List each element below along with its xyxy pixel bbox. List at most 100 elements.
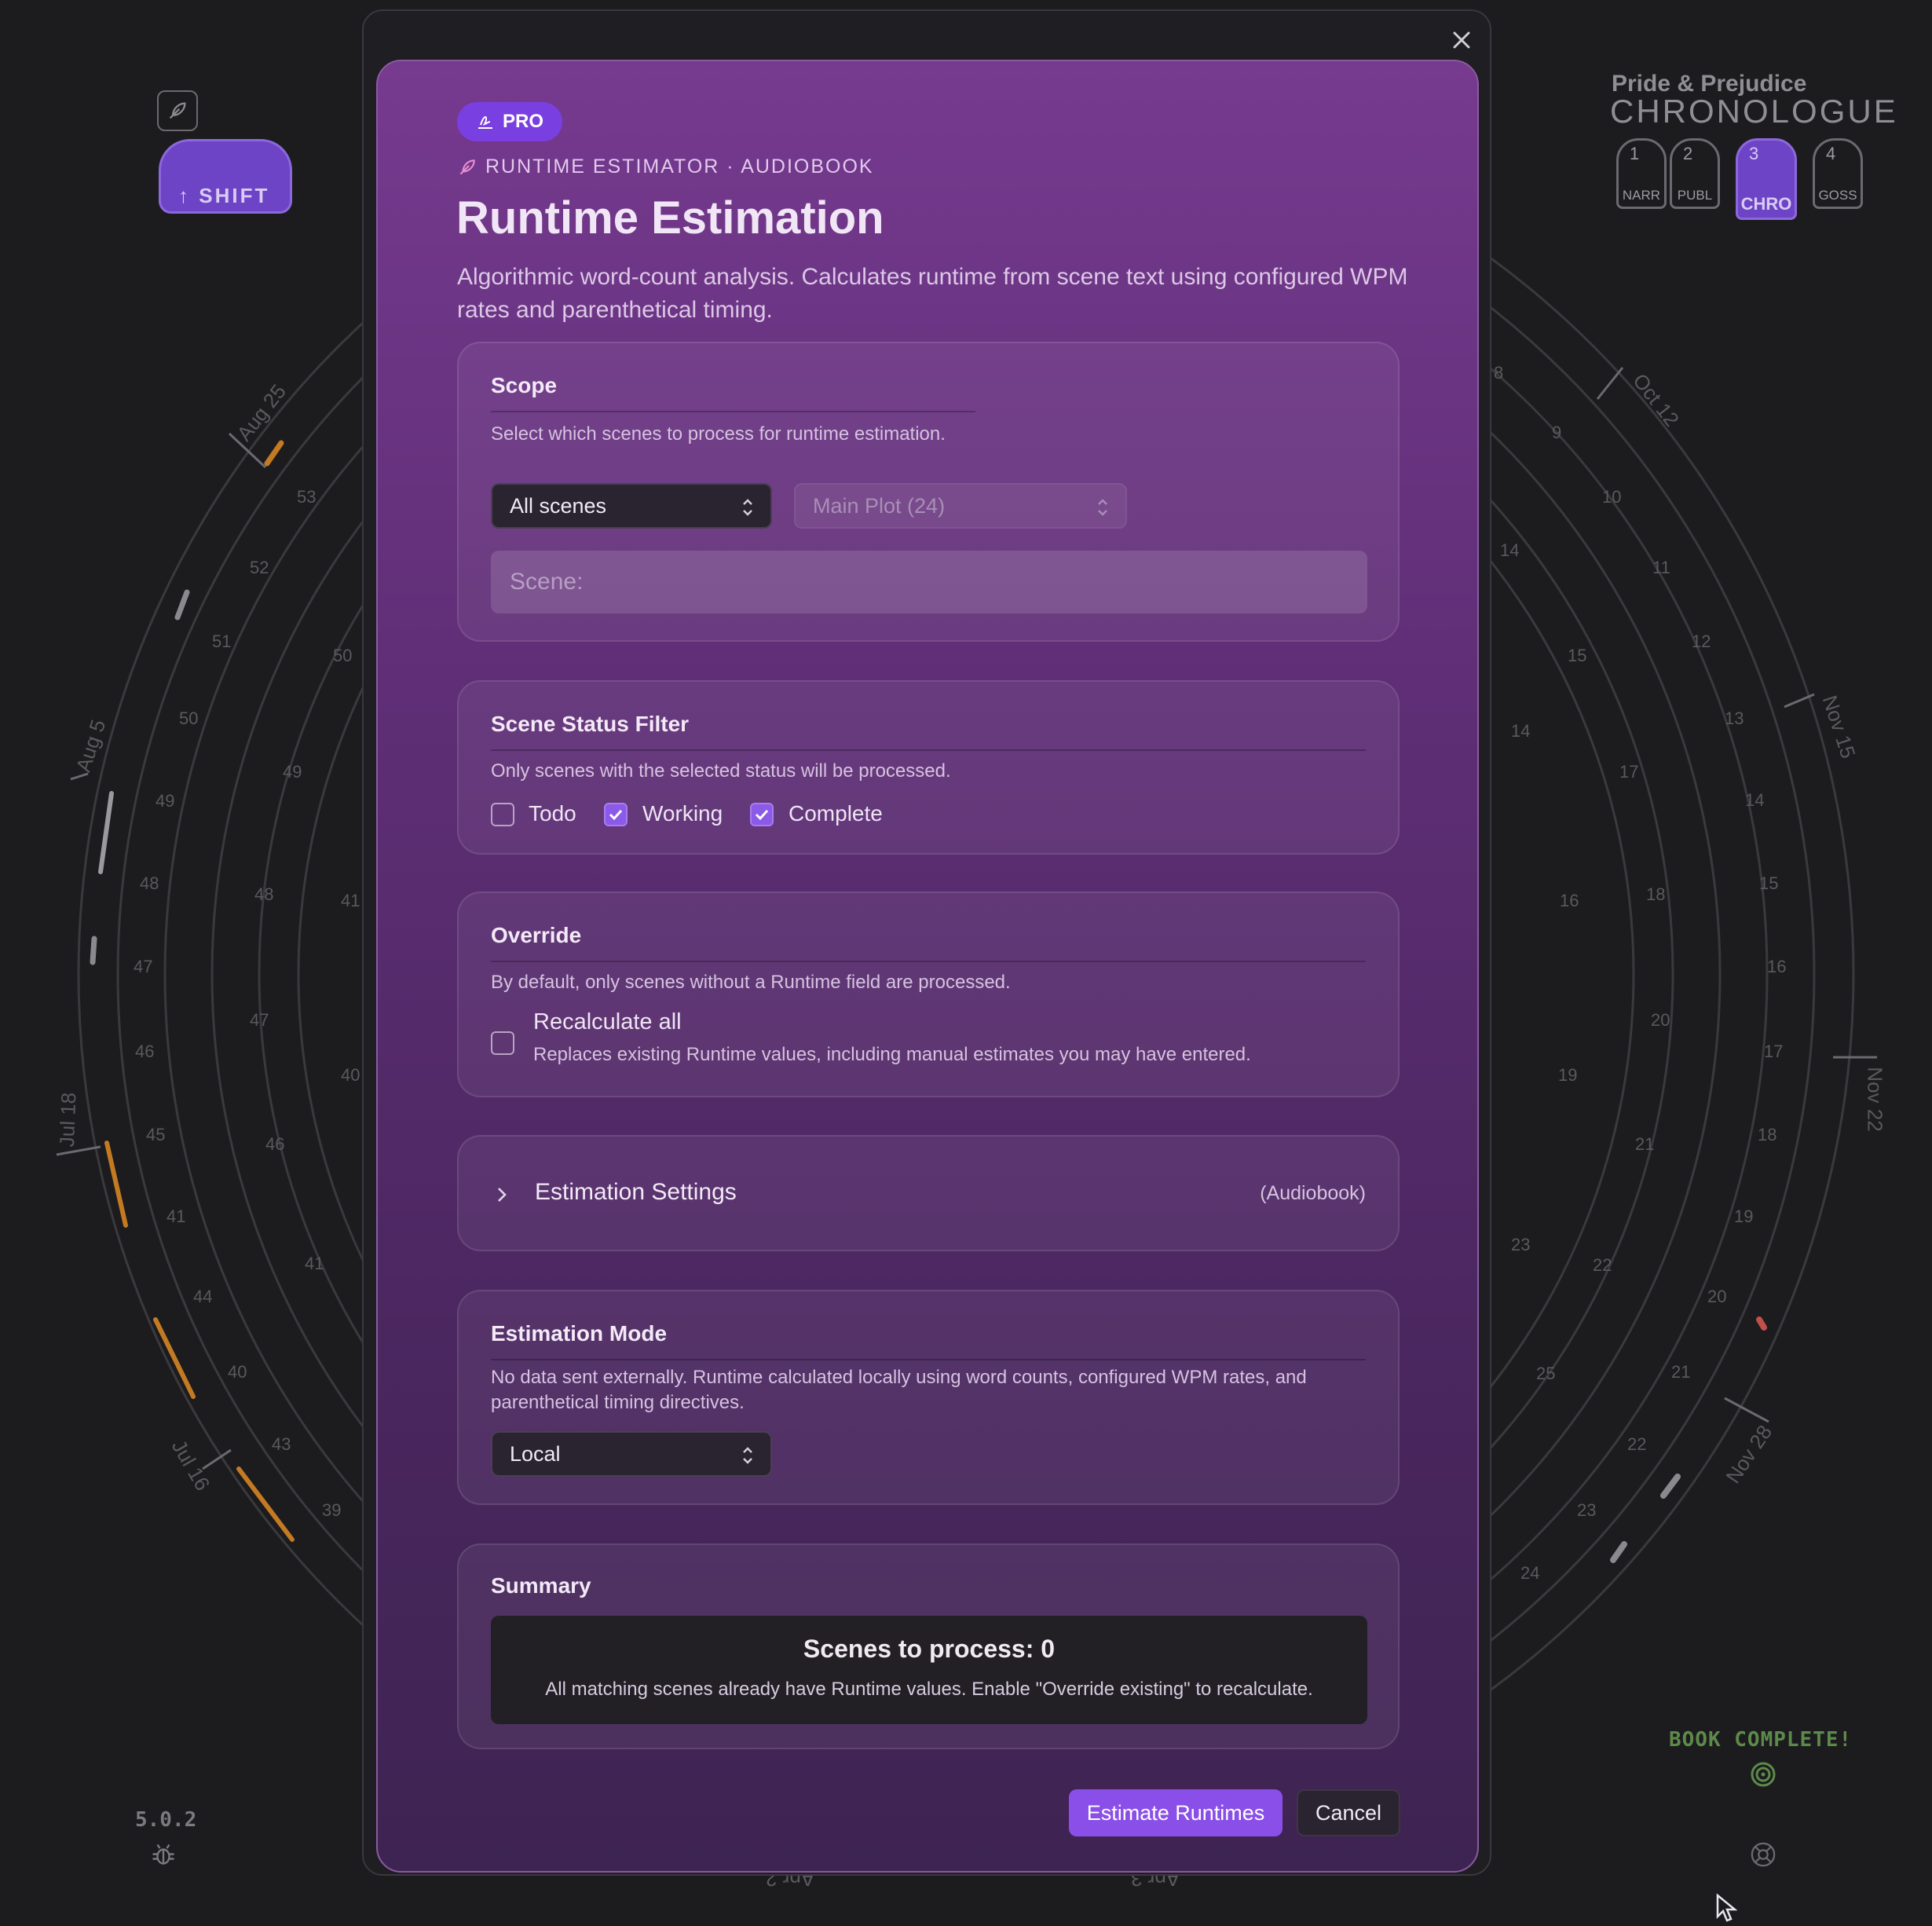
cancel-button[interactable]: Cancel bbox=[1297, 1789, 1400, 1836]
date-label-nov-22: Nov 22 bbox=[1863, 1067, 1887, 1132]
scene-number: 21 bbox=[1671, 1362, 1691, 1382]
chevron-right-icon bbox=[498, 1188, 507, 1202]
scene-number: 17 bbox=[1764, 1042, 1784, 1061]
estimate-runtimes-button[interactable]: Estimate Runtimes bbox=[1069, 1789, 1283, 1836]
modal-eyebrow: RUNTIME ESTIMATOR · AUDIOBOOK bbox=[457, 156, 874, 178]
mode-key-number: 3 bbox=[1749, 144, 1759, 163]
scene-number: 14 bbox=[1500, 540, 1520, 560]
scene-number: 48 bbox=[140, 873, 159, 893]
mode-key-label: GOSS bbox=[1818, 188, 1857, 203]
todo-checkbox[interactable] bbox=[491, 803, 514, 826]
scope-description: Select which scenes to process for runti… bbox=[491, 423, 946, 445]
scene-number: 41 bbox=[305, 1254, 324, 1273]
plot-select[interactable]: Main Plot (24) bbox=[794, 483, 1127, 529]
help-lifebuoy-icon[interactable] bbox=[1750, 1841, 1776, 1868]
estimation-mode-select-value: Local bbox=[510, 1441, 561, 1466]
mode-key-narr[interactable]: 1 NARR bbox=[1616, 138, 1667, 209]
scene-number: 53 bbox=[297, 487, 317, 507]
mouse-cursor-icon bbox=[1716, 1893, 1737, 1922]
feather-icon bbox=[459, 159, 475, 174]
scene-input[interactable]: Scene: bbox=[491, 551, 1367, 613]
status-filter-heading: Scene Status Filter bbox=[491, 712, 690, 736]
mode-key-number: 1 bbox=[1630, 144, 1640, 163]
scene-number: 41 bbox=[341, 891, 360, 910]
override-card: Override By default, only scenes without… bbox=[457, 892, 1400, 1097]
summary-box: Scenes to process: 0 All matching scenes… bbox=[491, 1616, 1367, 1724]
scene-number: 20 bbox=[1707, 1287, 1727, 1306]
scene-number: 52 bbox=[250, 558, 269, 577]
modal-description: Algorithmic word-count analysis. Calcula… bbox=[457, 264, 1408, 323]
plot-select-value: Main Plot (24) bbox=[813, 493, 946, 518]
recalculate-all-checkbox[interactable] bbox=[491, 1031, 514, 1055]
scene-number: 22 bbox=[1593, 1255, 1612, 1275]
close-icon[interactable] bbox=[1450, 28, 1473, 52]
mode-key-label: PUBL bbox=[1677, 188, 1713, 203]
mode-key-chro[interactable]: 3 CHRO bbox=[1736, 138, 1797, 220]
scene-number: 51 bbox=[212, 632, 232, 651]
checkmark-icon bbox=[755, 809, 769, 821]
scene-number: 40 bbox=[341, 1065, 360, 1085]
scene-number: 8 bbox=[1494, 363, 1504, 383]
scope-select[interactable]: All scenes bbox=[491, 483, 772, 529]
scene-number: 16 bbox=[1767, 957, 1787, 976]
version-label: 5.0.2 bbox=[135, 1808, 197, 1832]
scene-number: 47 bbox=[134, 957, 153, 976]
scene-number: 12 bbox=[1692, 632, 1711, 651]
mode-key-goss[interactable]: 4 GOSS bbox=[1813, 138, 1863, 209]
override-heading: Override bbox=[491, 923, 582, 947]
scene-number: 41 bbox=[166, 1206, 186, 1226]
complete-checkbox[interactable] bbox=[750, 803, 774, 826]
summary-title: Scenes to process: 0 bbox=[803, 1635, 1056, 1663]
pro-badge-label: PRO bbox=[502, 111, 543, 132]
scene-number: 44 bbox=[193, 1287, 213, 1306]
scene-number: 47 bbox=[250, 1010, 269, 1030]
app-name: CHRONOLOGUE bbox=[1610, 93, 1898, 130]
summary-card: Summary Scenes to process: 0 All matchin… bbox=[457, 1543, 1400, 1749]
estimation-settings-card[interactable]: Estimation Settings (Audiobook) bbox=[457, 1135, 1400, 1251]
status-filter-card: Scene Status Filter Only scenes with the… bbox=[457, 680, 1400, 855]
estimation-mode-description: No data sent externally. Runtime calcula… bbox=[491, 1367, 1307, 1413]
working-checkbox[interactable] bbox=[604, 803, 628, 826]
recalculate-all-description: Replaces existing Runtime values, includ… bbox=[533, 1044, 1251, 1065]
signature-icon bbox=[478, 115, 492, 129]
mode-key-publ[interactable]: 2 PUBL bbox=[1670, 138, 1720, 209]
estimation-mode-card: Estimation Mode No data sent externally.… bbox=[457, 1290, 1400, 1505]
scene-number: 19 bbox=[1734, 1206, 1754, 1226]
complete-label: Complete bbox=[789, 801, 883, 826]
estimation-settings-tag: (Audiobook) bbox=[1260, 1182, 1366, 1204]
scene-number: 15 bbox=[1568, 646, 1587, 665]
scene-number: 48 bbox=[254, 884, 274, 904]
scene-number: 43 bbox=[272, 1434, 291, 1454]
estimation-settings-heading: Estimation Settings bbox=[535, 1179, 737, 1205]
scope-heading: Scope bbox=[491, 373, 558, 397]
mode-key-number: 4 bbox=[1826, 144, 1836, 163]
summary-subtitle: All matching scenes already have Runtime… bbox=[545, 1679, 1313, 1700]
divider bbox=[491, 1359, 1366, 1360]
scene-number: 39 bbox=[322, 1500, 342, 1520]
shift-key-label: ↑ SHIFT bbox=[178, 184, 270, 207]
scene-number: 19 bbox=[1558, 1065, 1578, 1085]
bug-icon[interactable] bbox=[149, 1841, 177, 1869]
spiral-icon bbox=[1751, 1762, 1776, 1787]
modal-title: Runtime Estimation bbox=[456, 192, 884, 243]
scene-number: 13 bbox=[1725, 709, 1744, 728]
feather-icon[interactable] bbox=[157, 90, 198, 131]
scene-number: 16 bbox=[1560, 891, 1579, 910]
divider bbox=[491, 749, 1366, 751]
scene-number: 15 bbox=[1759, 873, 1779, 893]
estimation-mode-select[interactable]: Local bbox=[491, 1431, 772, 1477]
status-filter-description: Only scenes with the selected status wil… bbox=[491, 760, 951, 782]
scope-select-value: All scenes bbox=[510, 493, 607, 518]
modal-eyebrow-label: RUNTIME ESTIMATOR · AUDIOBOOK bbox=[485, 156, 874, 178]
shift-key-button[interactable]: ↑ SHIFT bbox=[159, 139, 292, 214]
scene-number: 14 bbox=[1511, 721, 1531, 741]
recalculate-all-label: Recalculate all bbox=[533, 1009, 682, 1034]
scope-card: Scope Select which scenes to process for… bbox=[457, 342, 1400, 642]
scene-number: 10 bbox=[1602, 487, 1622, 507]
divider bbox=[491, 411, 975, 412]
scene-number: 49 bbox=[283, 762, 302, 782]
mode-key-label: CHRO bbox=[1740, 194, 1792, 214]
scene-number: 23 bbox=[1577, 1500, 1597, 1520]
divider bbox=[491, 961, 1366, 962]
todo-label: Todo bbox=[529, 801, 576, 826]
